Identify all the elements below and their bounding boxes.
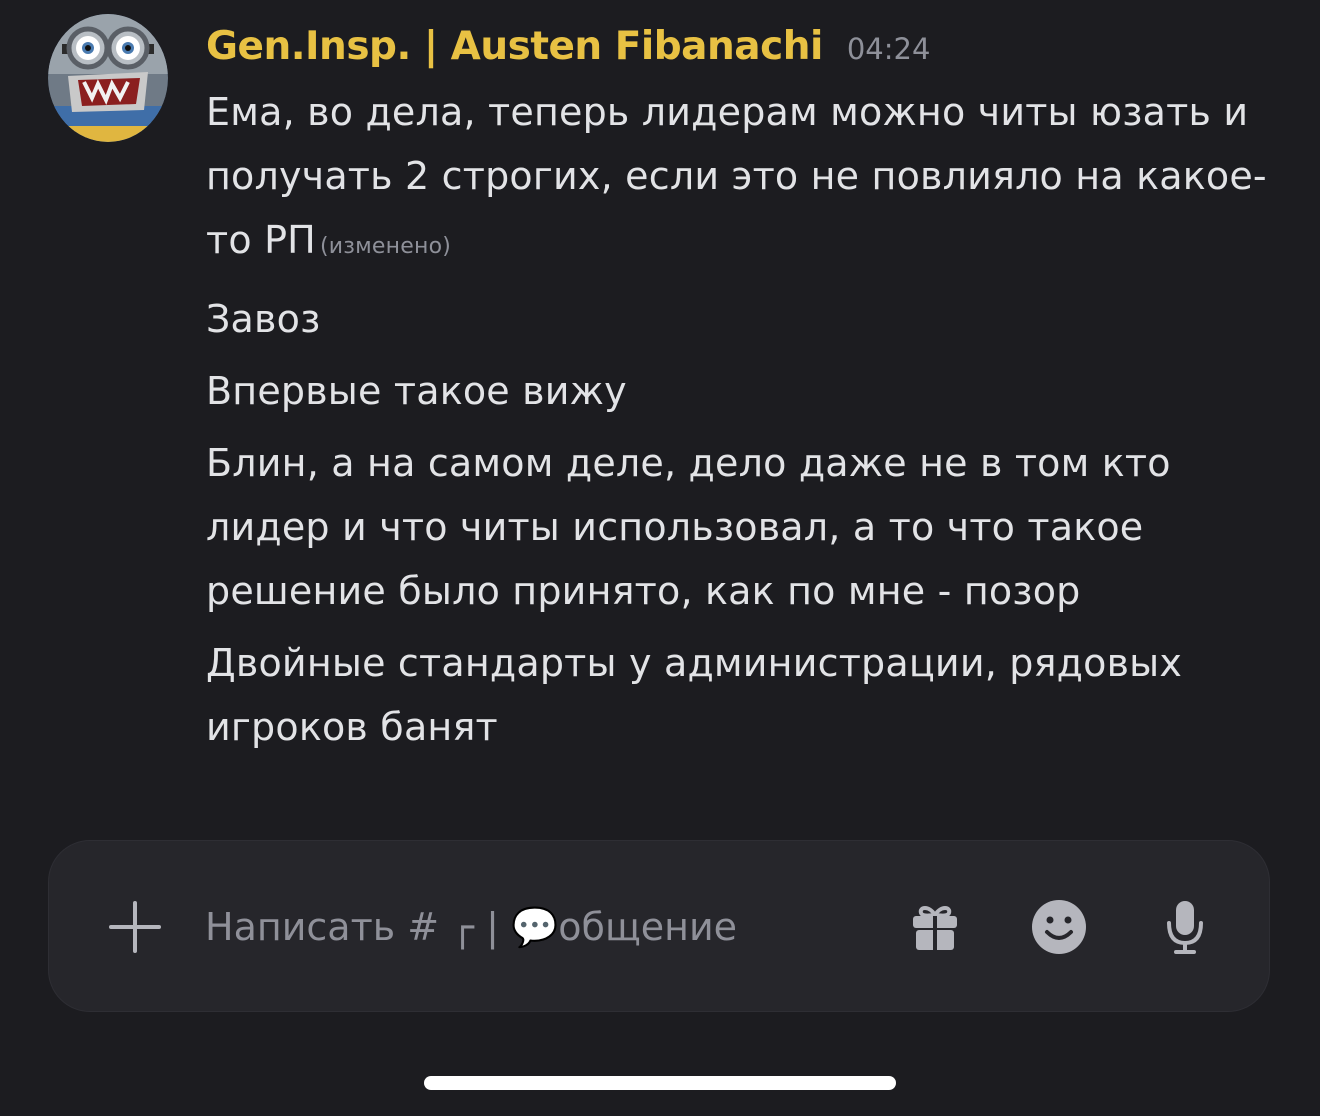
message-line-3[interactable]: Впервые такое вижу [206, 359, 1286, 423]
message-input[interactable] [205, 891, 865, 963]
home-indicator[interactable] [424, 1076, 896, 1090]
chat-screen: Gen.Insp. | Austen Fibanachi 04:24 Ема, … [0, 0, 1320, 1116]
message-line-1[interactable]: Ема, во дела, теперь лидерам можно читы … [206, 80, 1286, 279]
message-line-2[interactable]: Завоз [206, 287, 1286, 351]
avatar[interactable] [48, 14, 168, 142]
gift-icon [913, 906, 957, 950]
minion-avatar-image [48, 14, 168, 142]
voice-message-button[interactable] [1155, 897, 1215, 957]
emoji-button[interactable] [1029, 897, 1089, 957]
message-composer [48, 840, 1270, 1012]
message-text: Впервые такое вижу [206, 369, 627, 413]
author-name[interactable]: Gen.Insp. | Austen Fibanachi [206, 14, 823, 80]
gift-button[interactable] [905, 897, 965, 957]
message-body: Gen.Insp. | Austen Fibanachi 04:24 Ема, … [206, 14, 1286, 767]
edited-label: (изменено) [319, 234, 452, 259]
message-header: Gen.Insp. | Austen Fibanachi 04:24 [206, 14, 1286, 80]
emoji-icon [1032, 900, 1086, 954]
add-attachment-button[interactable] [105, 897, 165, 957]
message-timestamp: 04:24 [846, 32, 931, 66]
message-text: Двойные стандарты у администрации, рядов… [206, 641, 1183, 749]
message-line-5[interactable]: Двойные стандарты у администрации, рядов… [206, 631, 1286, 759]
message-text: Блин, а на самом деле, дело даже не в то… [206, 441, 1171, 613]
microphone-icon [1167, 901, 1203, 954]
message-text: Завоз [206, 297, 321, 341]
message-line-4[interactable]: Блин, а на самом деле, дело даже не в то… [206, 431, 1286, 623]
plus-icon [109, 901, 161, 953]
